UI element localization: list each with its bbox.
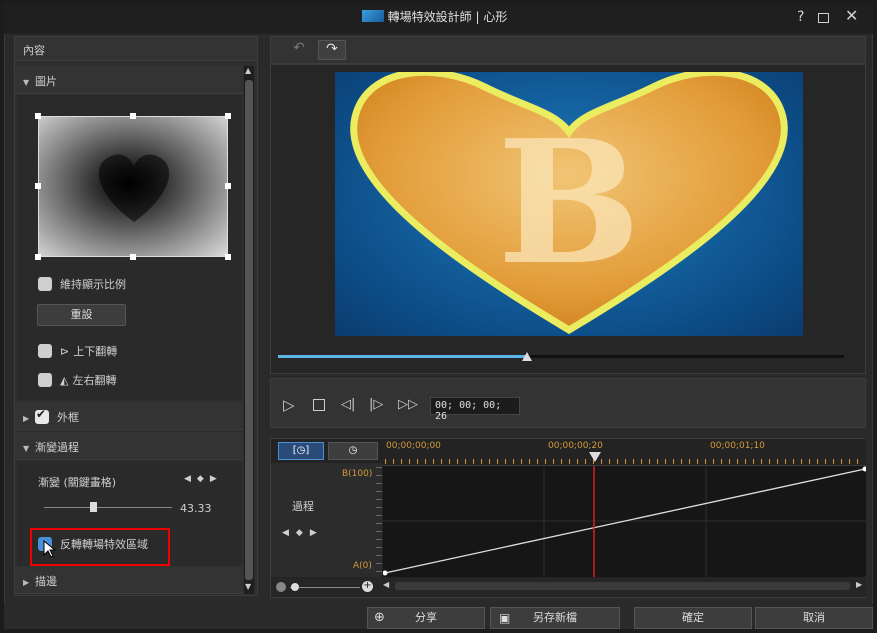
- redo-icon[interactable]: ↷: [318, 40, 346, 60]
- next-keyframe-icon[interactable]: ▶: [310, 528, 324, 538]
- flip-horizontal-checkbox[interactable]: [38, 373, 52, 387]
- left-panel-scroll-thumb[interactable]: [245, 80, 253, 580]
- collapse-triangle-icon: ▼: [23, 444, 30, 453]
- resize-handle[interactable]: [130, 113, 136, 119]
- flip-horizontal-option[interactable]: ◭ 左右翻轉: [38, 372, 116, 388]
- value-max-label: B(100): [342, 469, 373, 479]
- keyframe-graph-svg: [382, 466, 868, 577]
- scroll-left-icon[interactable]: ◀: [383, 580, 389, 589]
- tick-label-1: 00;00;00;20: [548, 441, 603, 451]
- image-section-header[interactable]: ▼ 圖片: [15, 66, 243, 94]
- frame-checkbox[interactable]: [35, 407, 49, 424]
- gradient-slider-track[interactable]: [44, 507, 172, 508]
- track-label: 過程: [292, 500, 314, 513]
- timeline-hscroll-thumb[interactable]: [395, 582, 850, 590]
- frame-section-header[interactable]: ▶外框: [15, 402, 243, 430]
- close-icon[interactable]: ✕: [845, 8, 858, 24]
- resize-handle[interactable]: [35, 113, 41, 119]
- track-keyframe-nav[interactable]: ◀◆▶: [282, 528, 324, 538]
- zoom-slider-track[interactable]: [290, 587, 360, 588]
- preview-image: B: [335, 72, 803, 336]
- app-logo-icon: [361, 10, 384, 22]
- value-axis-ticks: [376, 467, 382, 577]
- gradient-value: 43.33: [180, 502, 212, 515]
- playback-controls: [270, 378, 866, 428]
- tab-keyframe-view[interactable]: [◷]: [278, 442, 324, 460]
- resize-handle[interactable]: [225, 254, 231, 260]
- save-as-button[interactable]: ▣ 另存新檔: [490, 607, 620, 629]
- maximize-icon[interactable]: [818, 13, 829, 23]
- resize-handle[interactable]: [130, 254, 136, 260]
- prev-frame-icon[interactable]: ◁|: [341, 397, 355, 412]
- prev-keyframe-icon[interactable]: ◀: [282, 528, 296, 538]
- prev-keyframe-icon[interactable]: ◀: [184, 474, 197, 484]
- heart-preview-graphic: B: [350, 72, 788, 335]
- value-min-label: A(0): [353, 561, 372, 571]
- zoom-in-icon[interactable]: +: [362, 581, 373, 592]
- scroll-down-icon[interactable]: ▼: [245, 582, 251, 591]
- playhead-marker[interactable]: [589, 452, 601, 462]
- resize-handle[interactable]: [35, 254, 41, 260]
- zoom-out-icon[interactable]: [276, 582, 286, 592]
- expand-triangle-icon: ▶: [23, 414, 30, 423]
- letter-b-graphic: B: [497, 103, 641, 303]
- flip-horizontal-icon: ◭: [60, 374, 69, 387]
- preview-seek-fill: [278, 355, 528, 358]
- share-button[interactable]: ⊕ 分享: [367, 607, 485, 629]
- scroll-up-icon[interactable]: ▲: [245, 66, 251, 75]
- flip-vertical-option[interactable]: ⊳ 上下翻轉: [38, 343, 117, 359]
- gradient-slider-thumb[interactable]: [90, 502, 97, 512]
- mouse-cursor-icon: [43, 540, 57, 558]
- play-icon[interactable]: ▷: [283, 396, 295, 414]
- tab-clock-view[interactable]: ◷: [328, 442, 378, 460]
- expand-triangle-icon: ▶: [23, 578, 30, 587]
- keyframe-label: 漸變 (關鍵畫格): [38, 476, 117, 489]
- resize-handle[interactable]: [225, 183, 231, 189]
- ok-button[interactable]: 確定: [634, 607, 752, 629]
- resize-handle[interactable]: [225, 113, 231, 119]
- undo-icon[interactable]: ↶: [286, 40, 312, 60]
- keyframe-graph[interactable]: [382, 466, 868, 577]
- add-keyframe-icon[interactable]: ◆: [296, 528, 310, 538]
- outline-section-header[interactable]: ▶ 描邊: [15, 566, 243, 594]
- gradient-section-header[interactable]: ▼ 漸變過程: [15, 432, 243, 460]
- flip-vertical-checkbox[interactable]: [38, 344, 52, 358]
- help-icon[interactable]: ?: [797, 10, 804, 24]
- keep-ratio-option[interactable]: 維持顯示比例: [38, 276, 126, 292]
- heart-mask-icon: [98, 154, 170, 222]
- next-keyframe-icon[interactable]: ▶: [210, 474, 223, 484]
- ruler-ticks: [385, 459, 865, 464]
- save-disk-icon: ▣: [499, 611, 511, 625]
- timecode-display[interactable]: 00; 00; 00; 26: [430, 397, 520, 422]
- add-keyframe-icon[interactable]: ◆: [197, 474, 210, 484]
- zoom-slider-thumb[interactable]: [291, 583, 299, 591]
- mask-image-preview[interactable]: [38, 116, 228, 257]
- scroll-right-icon[interactable]: ▶: [856, 580, 862, 589]
- content-panel-title: 內容: [15, 37, 257, 61]
- keyframe-nav[interactable]: ◀◆▶: [184, 474, 223, 484]
- share-globe-icon: ⊕: [374, 610, 385, 625]
- preview-toolbar: [270, 36, 866, 64]
- cancel-button[interactable]: 取消: [755, 607, 873, 629]
- resize-handle[interactable]: [35, 183, 41, 189]
- fast-forward-icon[interactable]: ▷▷: [398, 397, 418, 412]
- reset-button[interactable]: 重設: [37, 304, 126, 326]
- collapse-triangle-icon: ▼: [23, 78, 30, 87]
- flip-vertical-icon: ⊳: [60, 345, 70, 358]
- preview-seek-thumb[interactable]: [522, 352, 533, 361]
- tick-label-0: 00;00;00;00: [386, 441, 441, 451]
- tick-label-2: 00;00;01;10: [710, 441, 765, 451]
- window-title: 轉場特效設計師 | 心形: [0, 8, 869, 25]
- keep-ratio-checkbox[interactable]: [38, 277, 52, 291]
- stop-icon[interactable]: [313, 399, 325, 411]
- timeline-track-header: [271, 463, 382, 577]
- next-frame-icon[interactable]: |▷: [369, 397, 383, 412]
